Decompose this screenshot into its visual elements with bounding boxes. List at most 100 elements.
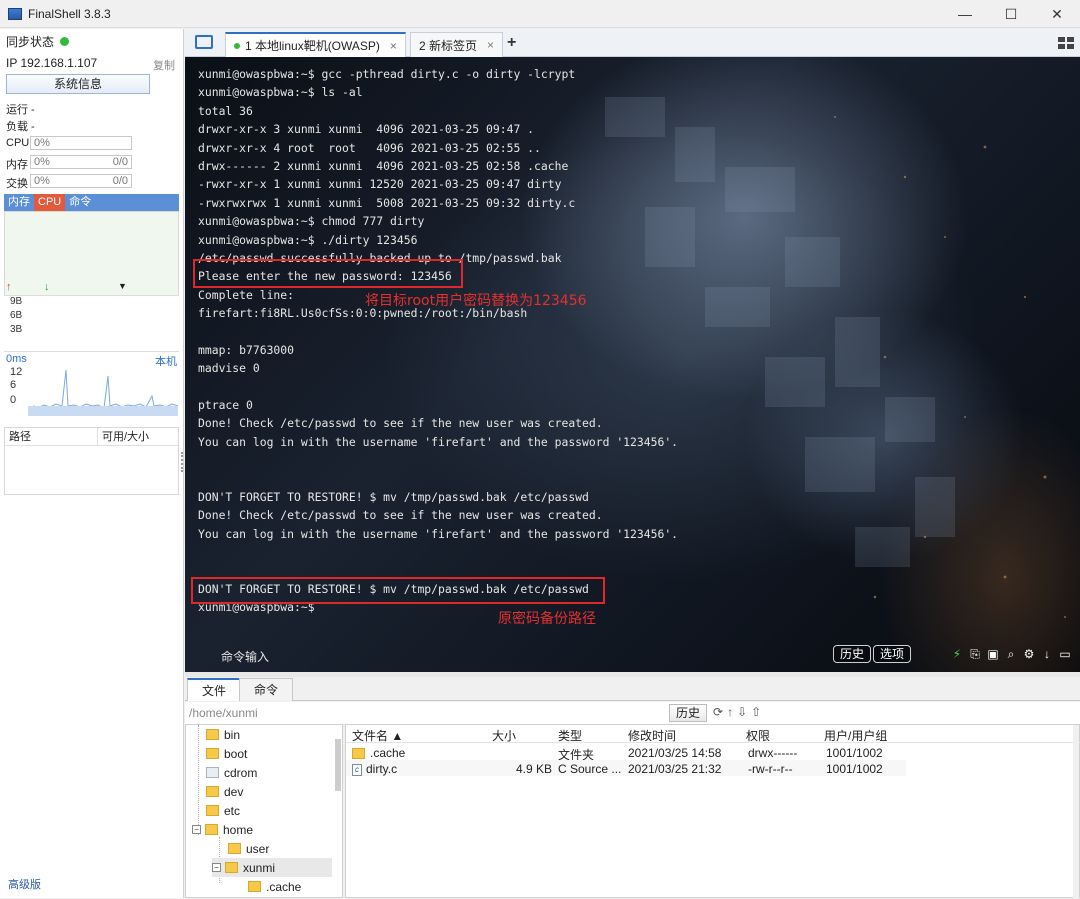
tree-item-label: xunmi: [243, 860, 276, 875]
terminal[interactable]: xunmi@owaspbwa:~$ gcc -pthread dirty.c -…: [185, 57, 1080, 672]
tab-label: 2 新标签页: [419, 38, 478, 53]
tab-session-2[interactable]: 2 新标签页 ×: [410, 32, 504, 57]
tree-item[interactable]: .cache: [248, 877, 301, 896]
file-mtime: 2021/03/25 14:58: [628, 746, 722, 760]
paste-icon[interactable]: ▣: [986, 647, 1000, 661]
file-row[interactable]: c dirty.c 4.9 KB C Source ... 2021/03/25 …: [346, 760, 906, 776]
highlight-box-backup: [191, 577, 605, 604]
file-perm: -rw-r--r--: [748, 762, 793, 776]
folder-icon: [248, 881, 261, 892]
interface-dropdown-icon[interactable]: ▼: [118, 281, 127, 291]
proc-tab-cpu[interactable]: CPU: [34, 194, 66, 211]
file-mtime: 2021/03/25 21:32: [628, 762, 722, 776]
terminal-line: xunmi@owaspbwa:~$ ls -al: [198, 85, 363, 100]
options-button[interactable]: 选项: [873, 645, 912, 663]
system-info-button[interactable]: 系统信息: [6, 74, 150, 94]
close-button[interactable]: ✕: [1034, 0, 1080, 28]
col-size[interactable]: 大小: [492, 727, 516, 744]
terminal-line: -rwxrwxrwx 1 xunmi xunmi 5008 2021-03-25…: [198, 195, 576, 210]
col-owner[interactable]: 用户/用户组: [824, 727, 887, 744]
collapse-icon[interactable]: −: [192, 825, 201, 834]
maximize-button[interactable]: ☐: [988, 0, 1034, 28]
tree-item[interactable]: dev: [206, 782, 243, 801]
collapse-icon[interactable]: −: [212, 863, 221, 872]
command-input[interactable]: 命令输入: [221, 648, 269, 665]
tree-item[interactable]: bin: [206, 725, 240, 744]
gear-icon[interactable]: ⚙: [1022, 647, 1036, 661]
tree-item-label: boot: [224, 746, 248, 761]
sidebar-resize-handle[interactable]: [181, 452, 183, 472]
net-tick: 6B: [10, 310, 23, 321]
col-type[interactable]: 类型: [558, 727, 582, 744]
col-mtime[interactable]: 修改时间: [628, 727, 676, 744]
annotation-replace-password: 将目标root用户密码替换为123456: [365, 293, 587, 309]
copy-link-icon[interactable]: ⎘: [968, 647, 982, 661]
current-path-input[interactable]: /home/xunmi: [189, 706, 258, 720]
tree-item[interactable]: etc: [206, 801, 240, 820]
tree-item[interactable]: cdrom: [206, 763, 257, 782]
download-icon[interactable]: ⇩: [737, 705, 747, 719]
title-bar: FinalShell 3.8.3 — ☐ ✕: [0, 0, 1080, 28]
add-tab-button[interactable]: +: [507, 34, 516, 52]
tree-guide: [198, 725, 199, 835]
terminal-line: drwxr-xr-x 3 xunmi xunmi 4096 2021-03-25…: [198, 122, 535, 137]
lightning-icon[interactable]: ⚡: [950, 647, 964, 661]
terminal-line: xunmi@owaspbwa:~$ chmod 777 dirty: [198, 214, 425, 229]
download-icon[interactable]: ↓: [1040, 647, 1054, 661]
minimize-button[interactable]: —: [942, 0, 988, 28]
file-name-label: dirty.c: [366, 762, 398, 776]
tab-session-1[interactable]: 1 本地linux靶机(OWASP) ×: [225, 32, 406, 57]
session-tabbar: 1 本地linux靶机(OWASP) × 2 新标签页 × +: [185, 29, 1080, 57]
latency-header: 0ms 本机: [4, 351, 179, 368]
tab-close-icon[interactable]: ×: [390, 39, 397, 53]
disk-path-col: 路径: [9, 431, 31, 443]
swap-meter: 0% 0/0: [30, 174, 132, 188]
parent-dir-icon[interactable]: ↑: [727, 705, 733, 719]
c-source-file-icon: c: [352, 763, 362, 776]
tree-item[interactable]: user: [228, 839, 269, 858]
terminal-line: -rwxr-xr-x 1 xunmi xunmi 12520 2021-03-2…: [198, 177, 562, 192]
proc-tab-memory[interactable]: 内存: [4, 194, 34, 211]
refresh-icon[interactable]: ⟳: [713, 705, 723, 719]
folder-icon: [206, 748, 219, 759]
history-button[interactable]: 历史: [833, 645, 872, 663]
path-history-button[interactable]: 历史: [669, 704, 708, 722]
directory-tree: bin boot cdrom dev etc − home user − xunmi…: [185, 724, 343, 898]
file-list: 文件名 ▲ 大小 类型 修改时间 权限 用户/用户组 .cache 文件夹 20…: [345, 724, 1080, 899]
file-row[interactable]: .cache 文件夹 2021/03/25 14:58 drwx------ 1…: [346, 744, 906, 762]
col-filename[interactable]: 文件名 ▲: [352, 727, 403, 744]
file-owner: 1001/1002: [826, 762, 883, 776]
latency-value: 0ms: [6, 353, 27, 365]
tree-item[interactable]: − home: [192, 820, 253, 839]
window-icon[interactable]: ▭: [1058, 647, 1072, 661]
connected-dot-icon: [234, 42, 240, 49]
tree-item-label: user: [246, 841, 270, 856]
file-list-scrollbar[interactable]: [1073, 725, 1079, 899]
net-tick: 3B: [10, 324, 23, 335]
tab-commands[interactable]: 命令: [239, 678, 294, 701]
open-folder-icon[interactable]: [195, 35, 213, 49]
tree-item[interactable]: boot: [206, 744, 247, 763]
process-tabs: 内存 CPU 命令: [4, 194, 179, 211]
proc-tab-command[interactable]: 命令: [65, 194, 95, 211]
upload-icon[interactable]: ⇧: [751, 705, 761, 719]
search-icon[interactable]: ⌕: [1004, 647, 1018, 661]
tab-label: 1 本地linux靶机(OWASP): [245, 39, 380, 53]
sidebar: 同步状态 IP 192.168.1.107 复制 系统信息 运行 - 负载 - …: [0, 29, 184, 898]
app-icon: [8, 7, 22, 20]
file-owner: 1001/1002: [826, 746, 883, 760]
sync-status: 同步状态: [6, 33, 70, 50]
advanced-edition-link[interactable]: 高级版: [8, 876, 41, 892]
folder-icon: [205, 824, 218, 835]
mem-label: 内存: [6, 159, 28, 171]
tab-close-icon[interactable]: ×: [487, 38, 494, 52]
terminal-line: xunmi@owaspbwa:~$ gcc -pthread dirty.c -…: [198, 67, 576, 81]
tab-files[interactable]: 文件: [187, 678, 242, 701]
layout-grid-icon[interactable]: [1058, 37, 1074, 49]
tree-scrollbar[interactable]: [335, 739, 341, 791]
copy-ip-link[interactable]: 复制: [153, 57, 175, 73]
col-permission[interactable]: 权限: [746, 727, 770, 744]
terminal-line: ptrace 0: [198, 398, 253, 413]
tree-item-selected[interactable]: − xunmi: [212, 858, 332, 877]
